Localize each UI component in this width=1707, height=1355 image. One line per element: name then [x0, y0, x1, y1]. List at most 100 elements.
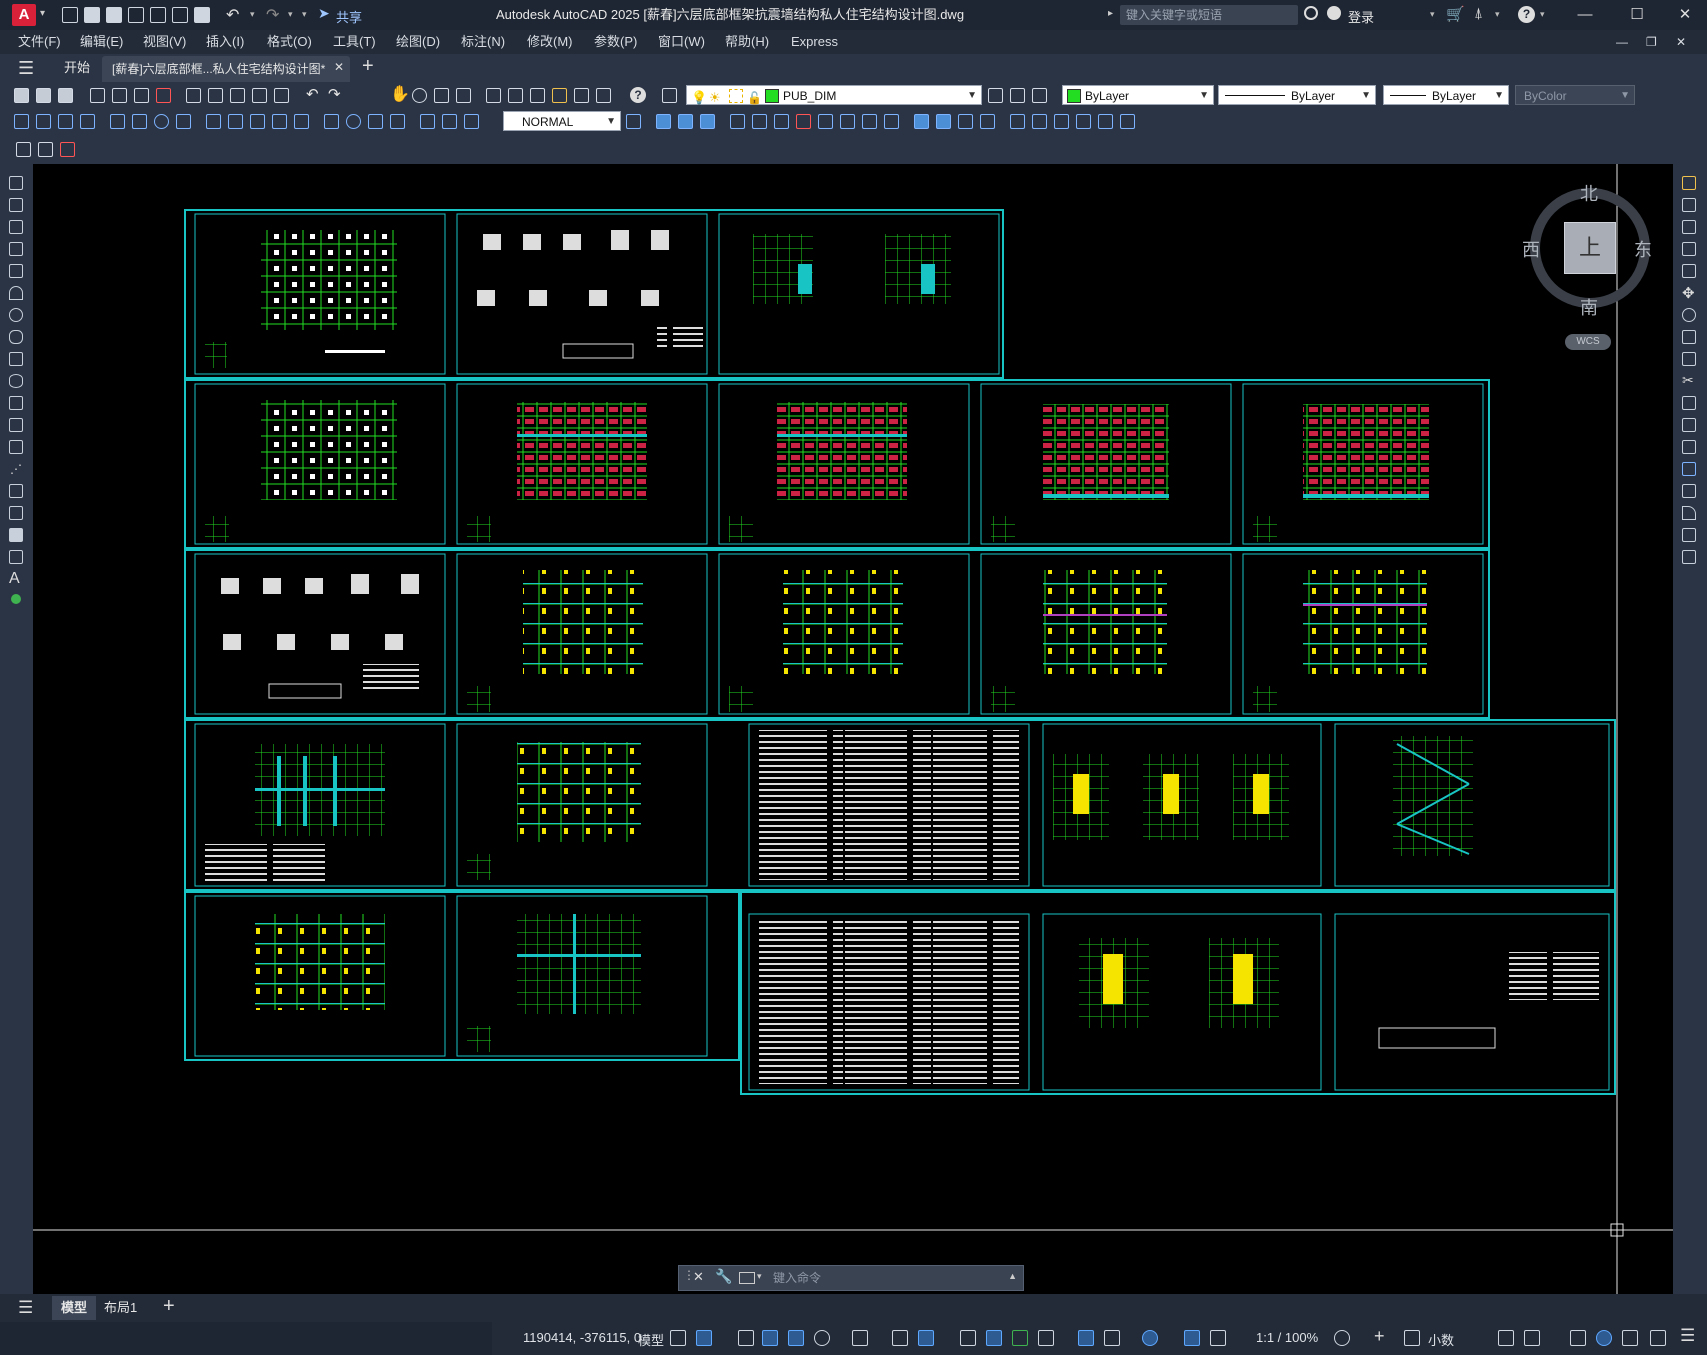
stretch-icon[interactable] [1682, 352, 1696, 366]
menu-draw[interactable]: 绘图(D) [396, 30, 440, 54]
save-toolbar-icon[interactable] [58, 88, 73, 103]
new-icon[interactable] [14, 88, 29, 103]
grid-icon[interactable] [670, 1330, 686, 1346]
zoom-previous-icon[interactable] [456, 88, 471, 103]
construction-line-icon[interactable] [9, 198, 23, 212]
user-icon[interactable] [1327, 6, 1341, 20]
offset-icon[interactable] [1682, 242, 1696, 256]
auto-scale-icon[interactable] [1210, 1330, 1226, 1346]
baseline-dimension-icon[interactable] [228, 114, 243, 129]
quick-properties-icon[interactable] [1498, 1330, 1514, 1346]
tab-close-icon[interactable]: ✕ [334, 60, 344, 74]
object-snap-tracking-icon[interactable] [892, 1330, 908, 1346]
rectangle-icon[interactable] [9, 264, 23, 278]
tab-start[interactable]: 开始 [54, 54, 100, 82]
modeling-chamfer-edge-icon[interactable] [1120, 114, 1135, 129]
polar-tracking-icon[interactable] [814, 1330, 830, 1346]
modeling-shell-icon[interactable] [1076, 114, 1091, 129]
tolerance-icon[interactable] [324, 114, 339, 129]
modeling-wedge-icon[interactable] [678, 114, 693, 129]
dimension-space-icon[interactable] [272, 114, 287, 129]
arc-icon[interactable] [9, 286, 23, 300]
ellipse-arc-icon[interactable] [9, 396, 23, 410]
annotation-visibility-icon[interactable] [1184, 1330, 1200, 1346]
modeling-loft-icon[interactable] [818, 114, 833, 129]
calculator-icon[interactable] [596, 88, 611, 103]
copy-object-icon[interactable] [1682, 198, 1696, 212]
tab-model[interactable]: 模型 [52, 1296, 96, 1320]
modeling-sweep-icon[interactable] [774, 114, 789, 129]
hamburger-menu-icon[interactable]: ☰ [18, 58, 34, 79]
dimension-edit-icon[interactable] [420, 114, 435, 129]
menu-edit[interactable]: 编辑(E) [80, 30, 123, 54]
open-folder-icon[interactable] [84, 7, 100, 23]
dimension-break-icon[interactable] [294, 114, 309, 129]
menu-parametric[interactable]: 参数(P) [594, 30, 637, 54]
workspace-switching-icon[interactable] [1334, 1330, 1350, 1346]
menu-file[interactable]: 文件(F) [18, 30, 61, 54]
rotate-icon[interactable] [1682, 308, 1696, 322]
spline-icon[interactable] [9, 352, 23, 366]
ordinate-dimension-icon[interactable] [80, 114, 95, 129]
transparency-icon[interactable] [986, 1330, 1002, 1346]
isometric-drafting-icon[interactable] [852, 1330, 868, 1346]
new-tab-icon[interactable]: + [362, 55, 374, 78]
doc-minimize-icon[interactable]: — [1616, 30, 1628, 54]
coordinate-readout[interactable]: 1190414, -376115, 0 [523, 1330, 641, 1345]
drawing-canvas[interactable] [33, 164, 1673, 1294]
aligned-dimension-icon[interactable] [36, 114, 51, 129]
lineweight-icon[interactable] [960, 1330, 976, 1346]
viewcube-south-label[interactable]: 南 [1580, 294, 1598, 320]
login-dropdown-icon[interactable]: ▾ [1430, 9, 1435, 20]
modeling-cone-icon[interactable] [700, 114, 715, 129]
paste-icon[interactable] [230, 88, 245, 103]
viewcube-west-label[interactable]: 西 [1522, 236, 1540, 262]
modeling-union-icon[interactable] [840, 114, 855, 129]
modeling-thicken-icon[interactable] [1054, 114, 1069, 129]
break-at-point-icon[interactable] [1682, 418, 1696, 432]
break-icon[interactable] [1682, 440, 1696, 454]
jogged-linear-icon[interactable] [390, 114, 405, 129]
insert-block-palette-icon[interactable] [9, 418, 23, 432]
hatch-icon[interactable] [9, 484, 23, 498]
account-dropdown-icon[interactable]: ▾ [1495, 9, 1500, 20]
extend-icon[interactable] [1682, 396, 1696, 410]
autodesk-account-icon[interactable]: ⍋ [1474, 5, 1483, 22]
menu-dimension[interactable]: 标注(N) [461, 30, 505, 54]
menu-view[interactable]: 视图(V) [143, 30, 186, 54]
maximize-icon[interactable]: ☐ [1620, 4, 1654, 26]
markup-icon[interactable] [574, 88, 589, 103]
dimension-text-edit-icon[interactable] [442, 114, 457, 129]
menu-help[interactable]: 帮助(H) [725, 30, 769, 54]
tab-document[interactable]: [薪春]六层底部框...私人住宅结构设计图* [102, 56, 350, 82]
center-mark-icon[interactable] [346, 114, 361, 129]
app-menu-chevron-icon[interactable]: ▾ [40, 8, 45, 19]
continue-dimension-icon[interactable] [250, 114, 265, 129]
undo-dropdown-icon[interactable]: ▾ [250, 9, 255, 20]
plotstyle-dropdown[interactable]: ByColor ▼ [1515, 85, 1635, 105]
pan-icon[interactable]: ✋ [390, 84, 410, 104]
help-icon[interactable]: ? [1518, 6, 1535, 23]
line-icon[interactable] [9, 176, 23, 190]
command-input[interactable]: 键入命令 [773, 1266, 821, 1290]
plot-toolbar-icon[interactable] [90, 88, 105, 103]
graphics-performance-icon[interactable] [1596, 1330, 1612, 1346]
modeling-extrude-icon[interactable] [730, 114, 745, 129]
gradient-icon[interactable] [9, 506, 23, 520]
close-icon[interactable]: ✕ [1668, 4, 1702, 26]
dimstyle-dropdown[interactable]: NORMAL ▼ [503, 111, 621, 131]
isolate-objects-icon[interactable] [1570, 1330, 1586, 1346]
insert-block-icon[interactable] [38, 142, 53, 157]
recent-commands-chevron-icon[interactable]: ▾ [757, 1271, 762, 1282]
lineweight-dropdown[interactable]: ByLayer ▼ [1383, 85, 1509, 105]
revision-cloud-icon[interactable] [9, 330, 23, 344]
layout-menu-icon[interactable]: ☰ [18, 1298, 33, 1318]
layer-state-icon[interactable] [1032, 88, 1047, 103]
color-dropdown[interactable]: ByLayer ▼ [1062, 85, 1214, 105]
command-close-icon[interactable]: ✕ [693, 1269, 704, 1285]
radius-dimension-icon[interactable] [110, 114, 125, 129]
properties-icon[interactable] [486, 88, 501, 103]
modeling-box-icon[interactable] [656, 114, 671, 129]
menu-window[interactable]: 窗口(W) [658, 30, 705, 54]
infer-constraints-icon[interactable] [738, 1330, 754, 1346]
